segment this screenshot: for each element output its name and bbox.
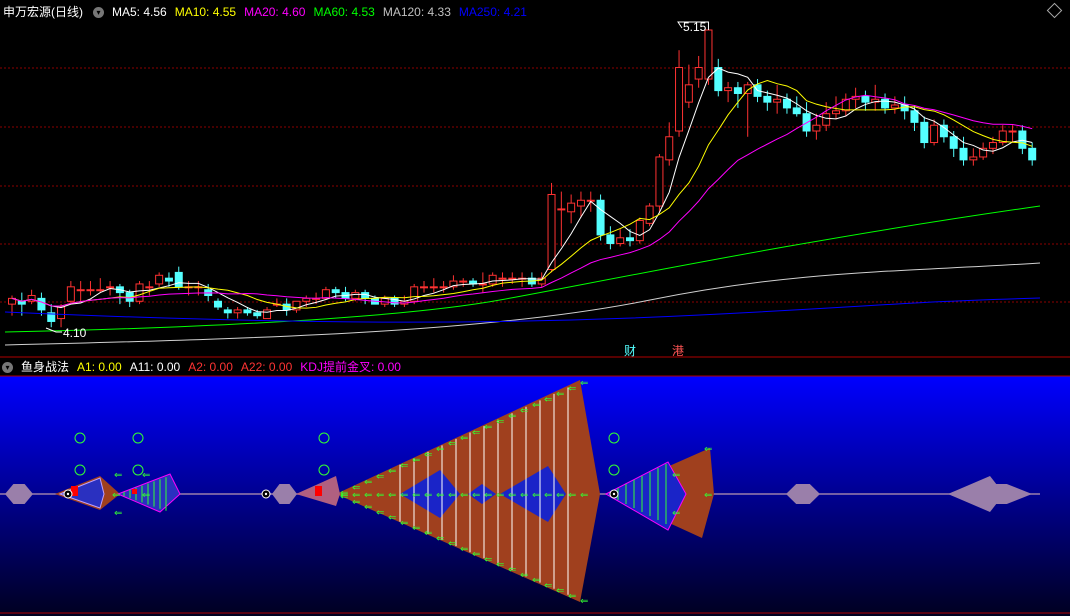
green-arrow-icon: ⇐ [496,490,504,501]
green-arrow-icon: ⇐ [672,470,680,481]
green-arrow-icon: ⇐ [520,570,528,581]
green-arrow-icon: ⇐ [400,490,408,501]
green-arrow-icon: ⇐ [114,470,122,481]
green-arrow-icon: ⇐ [544,395,552,406]
green-arrow-icon: ⇐ [672,508,680,519]
green-arrow-icon: ⇐ [460,544,468,555]
green-arrow-icon: ⇐ [364,502,372,513]
green-arrow-icon: ⇐ [412,455,420,466]
green-arrow-icon: ⇐ [340,490,348,501]
green-arrow-icon: ⇐ [364,477,372,488]
green-arrow-icon: ⇐ [520,406,528,417]
fish-indicator-chart[interactable]: ⇐ ⇐ ⇐ ⇐ ⇐ ⇐ ⇐ ⇐ ⇐ ⇐ ⇐ ⇐ ⇐ ⇐ ⇐ ⇐ ⇐ ⇐ ⇐ ⇐ ⇐ ⇐ ⇐ ⇐ ⇐ ⇐ ⇐ ⇐ ⇐ ⇐ ⇐ ⇐ ⇐ ⇐ ⇐ ⇐ ⇐ ⇐ ⇐ ⇐… [0,0,1070,616]
green-arrow-icon: ⇐ [460,433,468,444]
green-arrow-icon: ⇐ [544,580,552,591]
green-arrow-icon: ⇐ [388,513,396,524]
green-arrow-icon: ⇐ [472,549,480,560]
green-arrow-icon: ⇐ [704,490,712,501]
green-arrow-icon: ⇐ [532,575,540,586]
green-arrow-icon: ⇐ [508,565,516,576]
red-signal [132,489,137,494]
green-arrow-icon: ⇐ [448,490,456,501]
green-arrow-icon: ⇐ [568,591,576,602]
green-arrow-icon: ⇐ [436,444,444,455]
green-arrow-icon: ⇐ [484,490,492,501]
green-arrow-icon: ⇐ [400,461,408,472]
green-arrow-icon: ⇐ [448,439,456,450]
green-arrow-icon: ⇐ [436,490,444,501]
green-arrow-icon: ⇐ [472,428,480,439]
green-arrow-icon: ⇐ [556,389,564,400]
green-arrow-icon: ⇐ [704,444,712,455]
green-arrow-icon: ⇐ [412,523,420,534]
green-arrow-icon: ⇐ [436,533,444,544]
green-arrow-icon: ⇐ [556,586,564,597]
green-arrow-icon: ⇐ [568,490,576,501]
green-arrow-icon: ⇐ [424,490,432,501]
green-arrow-icon: ⇐ [508,490,516,501]
green-arrow-icon: ⇐ [520,490,528,501]
green-arrow-icon: ⇐ [580,596,588,607]
green-arrow-icon: ⇐ [508,411,516,422]
green-arrow-icon: ⇐ [376,490,384,501]
red-signal [315,486,322,496]
green-arrow-icon: ⇐ [448,539,456,550]
green-arrow-icon: ⇐ [114,508,122,519]
green-arrow-icon: ⇐ [496,417,504,428]
green-arrow-icon: ⇐ [532,490,540,501]
green-arrow-icon: ⇐ [544,490,552,501]
green-arrow-icon: ⇐ [142,490,150,501]
green-arrow-icon: ⇐ [112,490,120,501]
green-arrow-icon: ⇐ [376,472,384,483]
green-arrow-icon: ⇐ [376,507,384,518]
green-arrow-icon: ⇐ [142,470,150,481]
green-arrow-icon: ⇐ [580,378,588,389]
green-arrow-icon: ⇐ [412,490,420,501]
green-arrow-icon: ⇐ [484,554,492,565]
green-arrow-icon: ⇐ [388,490,396,501]
green-arrow-icon: ⇐ [496,560,504,571]
green-arrow-icon: ⇐ [472,490,480,501]
green-arrow-icon: ⇐ [568,384,576,395]
green-arrow-icon: ⇐ [532,400,540,411]
green-arrow-icon: ⇐ [352,490,360,501]
green-arrow-icon: ⇐ [484,422,492,433]
green-arrow-icon: ⇐ [424,528,432,539]
green-arrow-icon: ⇐ [400,518,408,529]
green-arrow-icon: ⇐ [580,490,588,501]
green-arrow-icon: ⇐ [388,466,396,477]
green-arrow-icon: ⇐ [460,490,468,501]
green-arrow-icon: ⇐ [364,490,372,501]
green-arrow-icon: ⇐ [556,490,564,501]
green-arrow-icon: ⇐ [424,450,432,461]
